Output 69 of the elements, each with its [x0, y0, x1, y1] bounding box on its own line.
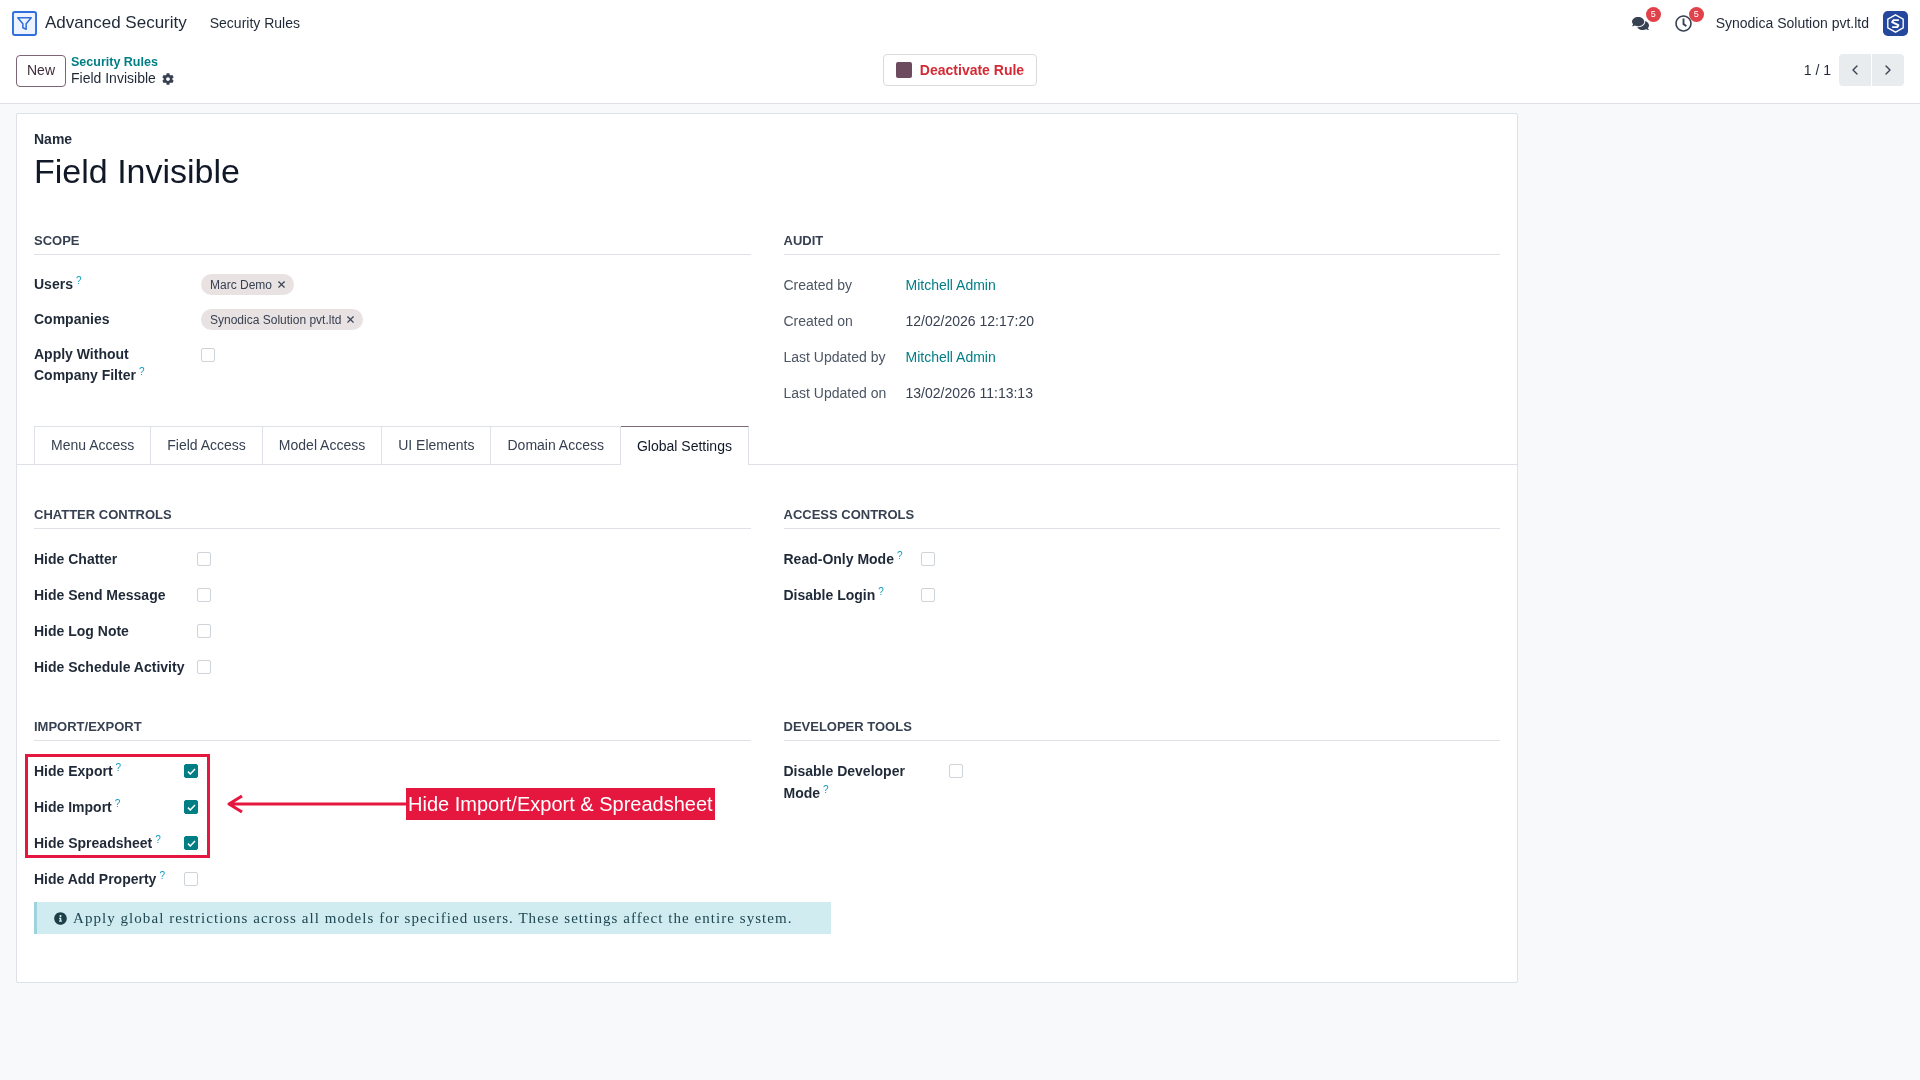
alert-text: Apply global restrictions across all models for specified users. These settings affect the entire system. — [73, 908, 793, 928]
remove-icon[interactable] — [276, 279, 287, 290]
chat-icon — [1632, 14, 1650, 32]
tag-label: Marc Demo — [210, 276, 272, 294]
deactivate-button[interactable]: Deactivate Rule — [882, 54, 1038, 86]
field-label: Read-Only Mode $^{?}$ — [783, 551, 903, 567]
next-button[interactable] — [1872, 54, 1904, 86]
field-label: Disable Login $^{?}$ — [783, 587, 884, 603]
settings-icon[interactable] — [161, 72, 174, 85]
section-heading: SCOPE — [34, 233, 80, 248]
field-label: Hide Schedule Activity — [34, 659, 185, 675]
count-badge: 5 — [1688, 7, 1704, 22]
field-label: Hide Add Property $^{?}$ — [34, 871, 165, 887]
tab[interactable]: UI Elements — [382, 426, 492, 464]
field-label: Hide Spreadsheet $^{?}$ — [34, 835, 161, 851]
section-heading: IMPORT/EXPORT — [34, 719, 142, 734]
tab[interactable]: Global Settings — [620, 426, 749, 465]
field-label: Last Updated by — [783, 347, 886, 367]
field-value: 12/02/2026 12:17:20 — [905, 311, 1034, 331]
field-label: Hide Log Note — [34, 623, 129, 639]
field-label: Created by — [783, 275, 852, 295]
field-label: Last Updated on — [783, 383, 887, 403]
tab[interactable]: Menu Access — [34, 426, 152, 464]
field-label: Hide Send Message — [34, 587, 166, 603]
stop-icon — [895, 62, 912, 78]
pager-value[interactable]: 1 / 1 — [1803, 59, 1831, 81]
user-link[interactable]: Mitchell Admin — [905, 346, 996, 368]
checkmark-icon — [186, 803, 196, 811]
user-link[interactable]: Mitchell Admin — [905, 274, 996, 296]
tag-chip[interactable]: Marc Demo — [201, 274, 294, 295]
callout-label: Hide Import/Export & Spreadsheet — [406, 788, 715, 820]
count-badge: 5 — [1645, 7, 1661, 22]
checkbox[interactable] — [184, 800, 198, 814]
record-name: Field Invisible — [34, 151, 240, 191]
new-button[interactable]: New — [16, 54, 66, 87]
field-label: Name — [34, 130, 73, 148]
section-heading: CHATTER CONTROLS — [34, 507, 172, 522]
field-label: Hide Chatter — [34, 551, 118, 567]
app-name[interactable]: Advanced Security — [45, 10, 187, 36]
field-label: Companies — [34, 311, 110, 327]
section-heading: ACCESS CONTROLS — [783, 507, 915, 522]
section-heading: DEVELOPER TOOLS — [783, 719, 912, 734]
record-title: Field Invisible — [71, 70, 156, 87]
tab[interactable]: Model Access — [262, 426, 383, 464]
remove-icon[interactable] — [345, 314, 357, 325]
checkmark-icon — [186, 767, 196, 775]
logo-icon[interactable] — [1883, 10, 1908, 36]
checkmark-icon — [186, 839, 196, 847]
field-value: 13/02/2026 11:13:13 — [905, 383, 1033, 403]
checkbox[interactable] — [184, 764, 198, 778]
breadcrumb-link[interactable]: Security Rules — [71, 54, 174, 70]
info-icon — [54, 911, 67, 925]
tag-chip[interactable]: Synodica Solution pvt.ltd — [201, 309, 364, 330]
funnel-icon[interactable] — [12, 10, 37, 36]
field-label: Users $^{?}$ — [34, 276, 82, 292]
tab[interactable]: Field Access — [151, 426, 263, 464]
field-label: Hide Import $^{?}$ — [34, 799, 121, 815]
field-label: Apply Without Company Filter $^{?}$ — [34, 346, 145, 383]
company-name[interactable]: Synodica Solution pvt.ltd — [1715, 12, 1869, 34]
tag-label: Synodica Solution pvt.ltd — [210, 311, 342, 329]
previous-button[interactable] — [1839, 54, 1871, 86]
section-heading: AUDIT — [783, 233, 824, 248]
clock-icon — [1675, 14, 1693, 32]
tab[interactable]: Domain Access — [491, 426, 621, 464]
field-label: Created on — [783, 311, 853, 331]
field-label: Hide Export $^{?}$ — [34, 763, 122, 779]
field-label: Disable Developer Mode $^{?}$ — [783, 763, 905, 801]
menu-item[interactable]: Security Rules — [209, 12, 300, 34]
checkbox[interactable] — [184, 836, 198, 850]
